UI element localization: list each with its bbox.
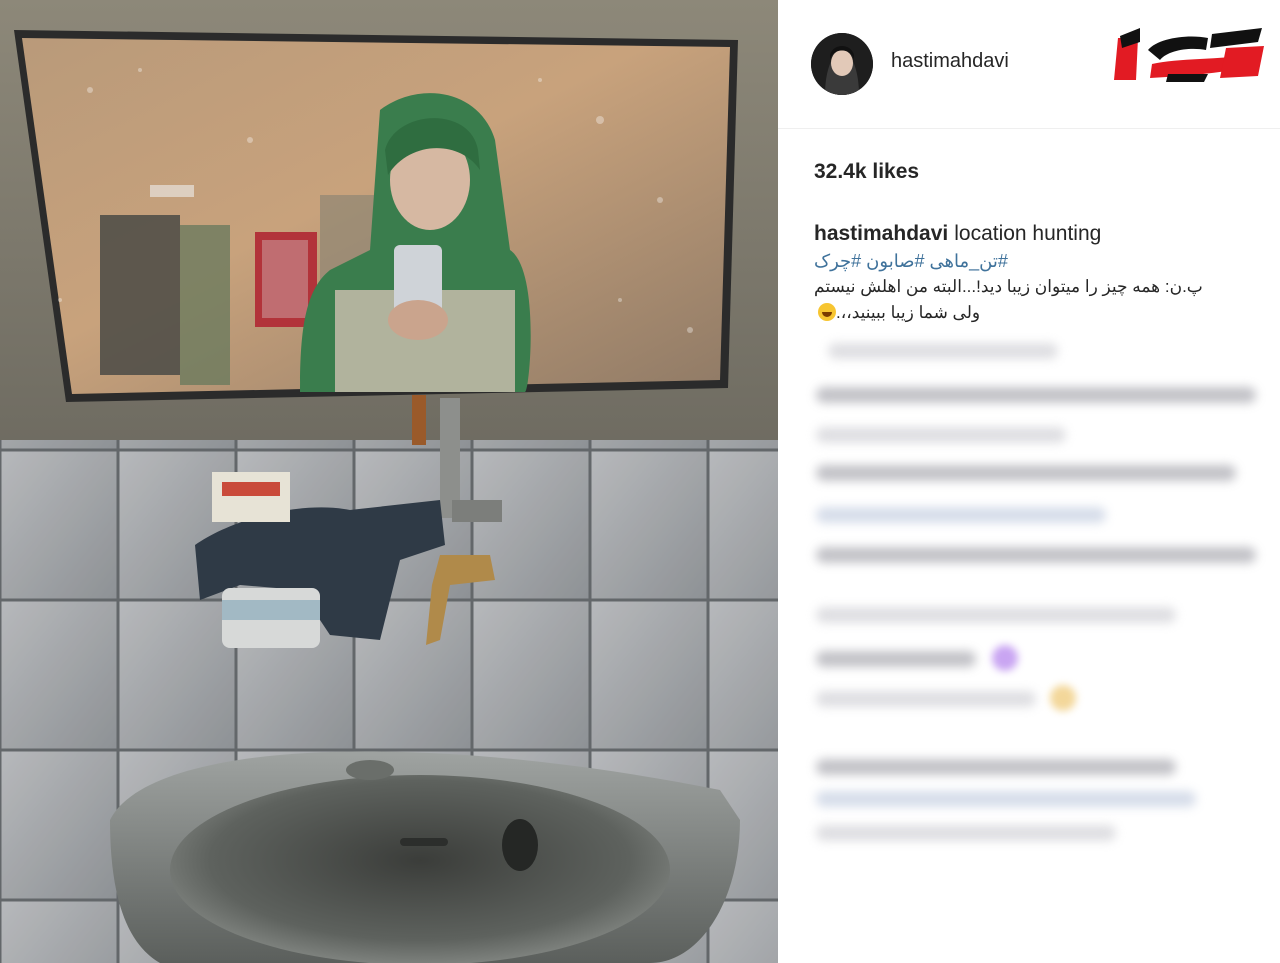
caption-hashtags[interactable]: #تن_ماهی #صابون #چرک <box>814 248 1044 274</box>
blurred-comment-line <box>816 825 1116 841</box>
blurred-comment-line <box>816 791 1196 807</box>
blurred-comment-line <box>816 651 976 667</box>
caption-first-line: hastimahdavi location hunting <box>814 220 1254 248</box>
blurred-comment-line <box>828 343 1058 359</box>
caption-body-line-2: ولی شما زیبا ببینید،،. <box>814 300 1254 326</box>
bathroom-mirror-photo <box>0 0 778 963</box>
likes-count[interactable]: 32.4k likes <box>814 160 919 184</box>
laughing-emoji-icon <box>818 303 836 321</box>
blurred-comment-line <box>816 427 1066 443</box>
blurred-comment-line <box>816 759 1176 775</box>
blurred-comment-line <box>816 507 1106 523</box>
post-caption: hastimahdavi location hunting #تن_ماهی #ص… <box>814 220 1254 326</box>
blurred-comment-line <box>816 691 1036 707</box>
caption-text: location hunting <box>954 222 1102 245</box>
post-photo[interactable] <box>0 0 778 963</box>
blurred-comment-line <box>816 387 1256 403</box>
brand-logo <box>1108 20 1268 90</box>
rokna-logo-icon <box>1114 28 1264 82</box>
blurred-comment-line <box>816 547 1256 563</box>
post-side-panel: hastimahdavi 32.4k likes hastimahdavi loc… <box>778 0 1280 963</box>
post-username[interactable]: hastimahdavi <box>891 50 1009 73</box>
blurred-comments <box>798 335 1270 935</box>
caption-body-line-2-text: ولی شما زیبا ببینید،،. <box>836 303 981 322</box>
caption-username[interactable]: hastimahdavi <box>814 222 948 245</box>
caption-body-line-1: پ.ن: همه چیز را میتوان زیبا دید!...البته… <box>814 277 1203 296</box>
blurred-emoji <box>1050 685 1076 711</box>
blurred-comment-line <box>816 607 1176 623</box>
post-header: hastimahdavi <box>778 0 1280 129</box>
avatar[interactable] <box>811 33 873 95</box>
profile-photo-icon <box>811 33 873 95</box>
blurred-emoji <box>992 645 1018 671</box>
blurred-comment-line <box>816 465 1236 481</box>
